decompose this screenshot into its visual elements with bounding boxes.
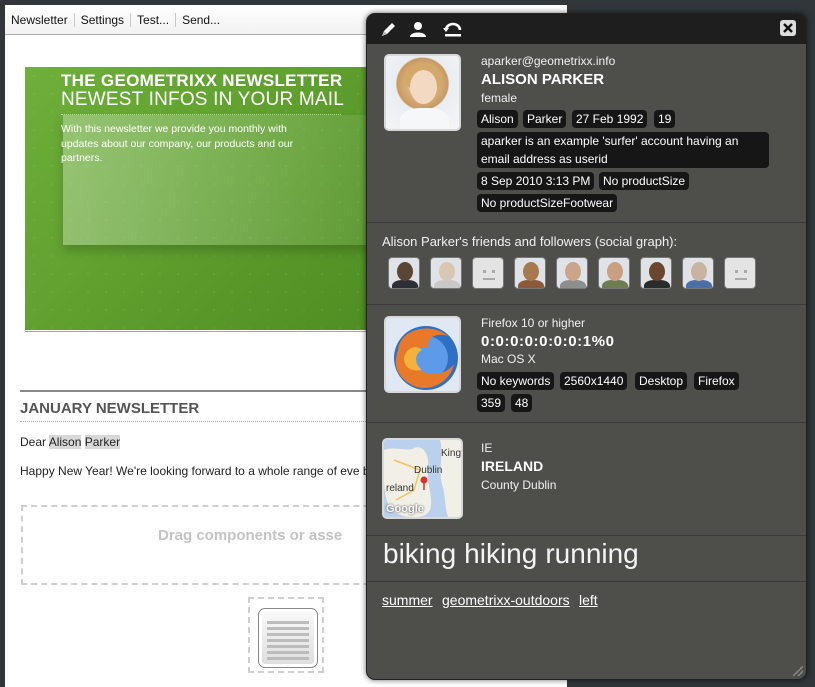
geo-code: IE <box>481 441 493 455</box>
profile-gender: female <box>481 91 518 105</box>
client-context-panel: aparker@geometrixx.info ALISON PARKER fe… <box>366 13 807 680</box>
firefox-icon <box>384 316 461 393</box>
segment-left-link[interactable]: left <box>579 592 598 608</box>
section-separator <box>367 535 806 536</box>
friend-avatar[interactable] <box>388 257 420 289</box>
section-separator <box>367 422 806 423</box>
tag-hiking[interactable]: hiking <box>464 538 537 569</box>
banner-divider <box>61 114 341 115</box>
map-label-region: reland <box>386 483 414 494</box>
text-component-placeholder[interactable] <box>248 597 324 673</box>
profile-age-chip: 19 <box>654 110 676 128</box>
friend-avatar[interactable] <box>640 257 672 289</box>
greeting-last-name: Parker <box>84 435 121 449</box>
tag-running[interactable]: running <box>545 538 638 569</box>
banner-title: THE GEOMETRIXX NEWSLETTER <box>61 71 343 90</box>
google-logo: Google <box>386 503 424 515</box>
tag-cloud: biking hiking running <box>383 538 647 570</box>
location-map[interactable]: Dublin reland King Google <box>382 438 463 519</box>
browser-number-chip: 359 <box>477 394 506 412</box>
browser-ip: 0:0:0:0:0:0:0:1%0 <box>481 333 615 350</box>
browser-chip: Firefox <box>694 372 739 390</box>
segment-geometrixx-outdoors-link[interactable]: geometrixx-outdoors <box>442 592 570 608</box>
profile-email: aparker@geometrixx.info <box>481 54 616 68</box>
profile-footwear-chip: No productSizeFootwear <box>477 194 618 212</box>
map-label-dublin: Dublin <box>414 465 443 476</box>
geo-county: County Dublin <box>481 478 557 492</box>
profile-about-chip: aparker is an example 'surfer' account h… <box>477 132 769 168</box>
social-graph-title: Alison Parker's friends and followers (s… <box>382 234 678 249</box>
dropzone-label: Drag components or asse <box>158 527 343 544</box>
toolbar-test[interactable]: Test... <box>131 12 177 27</box>
greeting[interactable]: Dear Alison Parker <box>20 435 121 449</box>
profile-last-name-chip: Parker <box>523 110 567 128</box>
geo-country: IRELAND <box>481 458 544 474</box>
greeting-first-name: Alison <box>48 435 82 449</box>
profile-date-chip: 8 Sep 2010 3:13 PM <box>477 172 595 190</box>
close-icon[interactable] <box>780 20 796 36</box>
profile-first-name-chip: Alison <box>477 110 518 128</box>
resolution-chip: 2560x1440 <box>560 372 628 390</box>
greeting-dear: Dear <box>20 435 47 449</box>
section-separator <box>367 581 806 582</box>
banner-text: With this newsletter we provide you mont… <box>61 123 294 164</box>
browser-os: Mac OS X <box>481 352 536 366</box>
friend-placeholder-avatar[interactable] <box>724 257 756 289</box>
newsletter-heading[interactable]: JANUARY NEWSLETTER <box>20 400 199 417</box>
client-context-toolbar <box>367 14 806 44</box>
toolbar-newsletter[interactable]: Newsletter <box>5 12 75 27</box>
friend-avatar[interactable] <box>514 257 546 289</box>
toolbar-send[interactable]: Send... <box>176 13 226 27</box>
user-icon[interactable] <box>409 20 427 38</box>
resize-grip-icon[interactable] <box>793 666 803 676</box>
friend-avatar[interactable] <box>430 257 462 289</box>
friend-avatar[interactable] <box>598 257 630 289</box>
toolbar-settings[interactable]: Settings <box>75 12 132 27</box>
device-chip: Desktop <box>635 372 688 390</box>
segment-summer-link[interactable]: summer <box>382 592 433 608</box>
friend-avatar[interactable] <box>556 257 588 289</box>
reset-icon[interactable] <box>442 20 464 38</box>
tag-biking[interactable]: biking <box>383 538 456 569</box>
keywords-chip: No keywords <box>477 372 555 390</box>
banner-subtitle: NEWEST INFOS IN YOUR MAIL <box>61 89 345 110</box>
map-label-king: King <box>441 448 462 459</box>
friend-placeholder-avatar[interactable] <box>472 257 504 289</box>
section-separator <box>367 304 806 305</box>
text-component-icon <box>258 608 318 668</box>
profile-avatar[interactable] <box>384 54 461 131</box>
section-separator <box>367 222 806 223</box>
profile-birthday-chip: 27 Feb 1992 <box>572 110 648 128</box>
browser-name: Firefox 10 or higher <box>481 316 586 330</box>
banner-baseline <box>25 331 370 332</box>
profile-name: ALISON PARKER <box>481 71 605 88</box>
profile-product-size-chip: No productSize <box>599 172 690 190</box>
browser-number-chip: 48 <box>511 394 533 412</box>
edit-icon[interactable] <box>380 20 398 38</box>
friend-avatar[interactable] <box>682 257 714 289</box>
